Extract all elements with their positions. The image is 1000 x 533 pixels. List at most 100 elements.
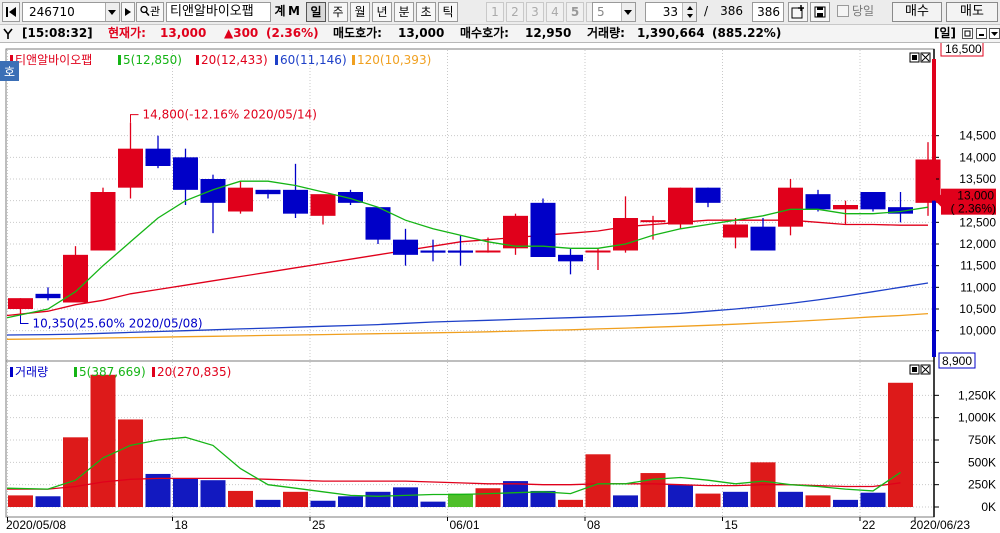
stock-name-field: 티앤알바이오팹 [166,2,271,22]
volume-bar[interactable] [118,419,143,507]
volume-bar[interactable] [283,491,308,507]
volume-bar[interactable] [475,488,501,507]
period-day-tab[interactable]: 일 [306,2,326,22]
price-tick-label: 12,500 [959,215,996,229]
volume-bar[interactable] [723,491,748,507]
volume-bar[interactable] [668,484,693,507]
add-indicator-button[interactable] [788,2,808,22]
interval-select[interactable]: 5 [592,2,636,22]
volume-bar[interactable] [8,495,33,507]
period-tick-tab[interactable]: 틱 [438,2,458,22]
market-flag[interactable]: M [287,2,301,22]
volume-bar[interactable] [228,490,253,507]
candle-body [778,187,803,227]
view-count-stepper[interactable]: 33 [645,2,697,22]
buy-button[interactable]: 매수 [892,2,942,22]
period-second-tab[interactable]: 초 [416,2,436,22]
interval-2-button[interactable]: 2 [506,2,524,22]
volume-bar[interactable] [530,490,556,507]
current-price-flag-pct: ( 2.36%) [951,202,996,216]
stock-search-button[interactable]: 관 [136,2,164,22]
volume-bar[interactable] [888,382,913,507]
previous-stock-button[interactable] [2,2,20,22]
stock-code-input[interactable]: 246710 [22,2,120,22]
candle-body [90,192,116,251]
filter-icon[interactable] [1,25,17,42]
toolbar: 246710 관 티앤알바이오팹 계 M 일 주 월 년 분 초 틱 1 2 3… [0,0,1000,25]
candle[interactable] [668,187,693,229]
candle[interactable] [365,207,391,244]
volume-bar[interactable] [63,437,88,507]
volume-bar[interactable] [310,500,336,507]
price-tick-label: 14,000 [959,150,996,164]
volume-bar[interactable] [695,493,721,507]
next-stock-button[interactable] [121,2,135,22]
today-checkbox[interactable] [836,2,850,22]
legend-swatch-vma5 [74,367,77,377]
volume-bar[interactable] [448,493,473,507]
volume-bar[interactable] [393,487,418,507]
volume-bar[interactable] [833,499,858,507]
volume-bar[interactable] [860,492,886,507]
volume-bar[interactable] [558,499,583,507]
interval-5-button[interactable]: 5 [566,2,584,22]
candle[interactable] [860,192,886,212]
range-bar-lower [932,200,936,357]
axis-min-label: 8,900 [942,354,972,368]
candle-body [35,293,61,299]
volume-tick-label: 0K [981,500,996,514]
volume-bar[interactable] [35,496,61,507]
interval-3-button[interactable]: 3 [526,2,544,22]
search-icon [140,5,150,16]
stepper-arrows-icon[interactable] [682,3,696,21]
candle-body [475,250,501,253]
candle[interactable] [530,198,556,258]
legend-stock-name: 티앤알바이오팹 [15,53,92,67]
volume-bar[interactable] [778,491,803,507]
code-dropdown-icon[interactable] [105,3,119,21]
volume-bar[interactable] [585,454,611,507]
high-annotation-text: 14,800(-12.16% 2020/05/14) [143,108,317,122]
legend-swatch-vma20 [152,367,155,377]
legend-ma60: 60(11,146) [280,53,347,67]
total-count-field[interactable]: 386 [752,2,784,22]
volume-tick-label: 500K [968,455,996,469]
candle-body [173,157,198,190]
period-year-tab[interactable]: 년 [372,2,392,22]
legend-swatch-volume [10,367,13,377]
volume-tick-label: 250K [968,478,996,492]
sell-button[interactable]: 매도 [946,2,998,22]
interval-4-button[interactable]: 4 [546,2,564,22]
volume-bar[interactable] [255,499,281,507]
price-tick-label: 11,000 [960,280,996,294]
period-week-tab[interactable]: 주 [328,2,348,22]
legend-vma20: 20(270,835) [157,365,231,379]
quote-bar: [15:08:32] 현재가: 13,000 ▲300 (2.36%) 매도호가… [0,25,1000,43]
ho-side-label: 호 [4,65,15,79]
period-minute-tab[interactable]: 분 [394,2,414,22]
volume-bar[interactable] [503,481,528,507]
volume-bar[interactable] [805,495,831,507]
period-month-tab[interactable]: 월 [350,2,370,22]
account-flag[interactable]: 계 [273,2,287,22]
period-badge: [일] [934,26,957,40]
search-button-label: 관 [149,5,161,18]
volume-bar[interactable] [173,478,198,507]
interval-1-button[interactable]: 1 [486,2,504,22]
candle-body [118,148,143,188]
minimize-icon[interactable] [976,28,987,39]
chevron-down-icon[interactable] [989,28,1000,39]
volume-bar[interactable] [200,480,226,507]
candle-body [503,215,528,249]
volume-bar[interactable] [365,491,391,507]
volume-bar[interactable] [338,496,363,507]
candle[interactable] [90,187,116,251]
restore-icon[interactable] [962,28,973,39]
volume-bar[interactable] [613,495,638,507]
volume-bar[interactable] [90,374,116,507]
interval-dropdown-icon[interactable] [621,3,635,21]
candle[interactable] [338,189,363,205]
save-button[interactable] [810,2,830,22]
stock-chart[interactable]: 10,000 10,500 11,000 11,500 12,000 12,500 13,0… [0,43,1000,533]
volume-bar[interactable] [420,501,446,507]
